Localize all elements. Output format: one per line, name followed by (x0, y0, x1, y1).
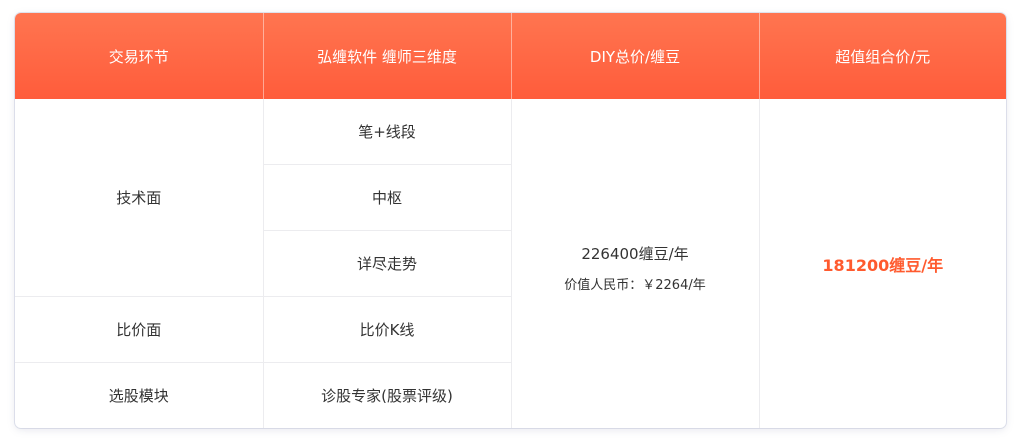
diy-price-cell: 226400缠豆/年 价值人民币：￥2264/年 (511, 99, 760, 428)
section-technical: 技术面 (15, 99, 264, 297)
header-software-dimensions: 弘缠软件 缠师三维度 (263, 13, 512, 99)
feature-ratio-kline: 比价K线 (263, 296, 512, 363)
pricing-table: 交易环节 弘缠软件 缠师三维度 DIY总价/缠豆 超值组合价/元 技术面 笔+线… (15, 13, 1006, 428)
pricing-card: 交易环节 弘缠软件 缠师三维度 DIY总价/缠豆 超值组合价/元 技术面 笔+线… (15, 13, 1006, 428)
header-trade-stage: 交易环节 (15, 13, 264, 99)
diy-price-rmb: 价值人民币：￥2264/年 (564, 277, 706, 293)
feature-stroke-segment: 笔+线段 (263, 99, 512, 165)
combo-price-value: 181200缠豆/年 (822, 255, 944, 275)
section-price-comparison: 比价面 (15, 296, 264, 363)
header-diy-total-price: DIY总价/缠豆 (511, 13, 760, 99)
header-combo-price: 超值组合价/元 (759, 13, 1006, 99)
diy-price-value: 226400缠豆/年 (581, 244, 689, 263)
combo-price-cell: 181200缠豆/年 (759, 99, 1006, 428)
feature-pivot-zone: 中枢 (263, 164, 512, 231)
feature-detailed-trend: 详尽走势 (263, 230, 512, 297)
table-row: 技术面 笔+线段 226400缠豆/年 价值人民币：￥2264/年 181200… (15, 99, 1006, 428)
feature-stock-diagnosis: 诊股专家(股票评级) (263, 362, 512, 428)
table-header-row: 交易环节 弘缠软件 缠师三维度 DIY总价/缠豆 超值组合价/元 (15, 13, 1006, 99)
section-stock-picking: 选股模块 (15, 362, 264, 428)
